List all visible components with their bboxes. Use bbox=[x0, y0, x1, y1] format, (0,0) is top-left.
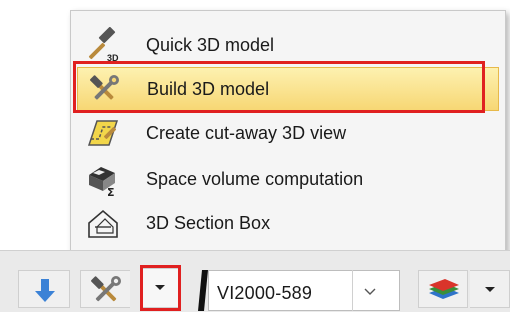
chevron-down-icon[interactable] bbox=[363, 287, 377, 297]
hammer-3d-icon: 3D bbox=[88, 27, 119, 63]
layers-button[interactable] bbox=[418, 270, 468, 308]
chevron-down-icon bbox=[485, 287, 495, 292]
menu-item-label: Build 3D model bbox=[147, 78, 270, 99]
build-tool-button[interactable] bbox=[80, 270, 130, 308]
build-menu-dropdown-button[interactable] bbox=[140, 268, 180, 308]
space-volume-icon: Σ bbox=[89, 167, 115, 197]
menu-item-create-cutaway-view[interactable]: Create cut-away 3D view bbox=[77, 111, 499, 155]
layers-dropdown-button[interactable] bbox=[470, 270, 510, 308]
move-down-button[interactable] bbox=[18, 270, 70, 308]
menu-item-label: Quick 3D model bbox=[146, 34, 275, 55]
menu-item-space-volume-computation[interactable]: Σ Space volume computation bbox=[77, 157, 499, 201]
hammer-wrench-icon bbox=[90, 75, 119, 100]
menu-item-label: Space volume computation bbox=[146, 168, 364, 189]
menu-item-3d-section-box[interactable]: 3D Section Box bbox=[77, 201, 499, 245]
chevron-down-icon bbox=[155, 285, 165, 290]
down-arrow-icon bbox=[35, 279, 55, 302]
layers-icon bbox=[429, 279, 459, 299]
menu-item-label: Create cut-away 3D view bbox=[146, 122, 347, 143]
svg-text:3D: 3D bbox=[107, 53, 119, 63]
view-selector-divider bbox=[352, 270, 353, 311]
hammer-wrench-icon bbox=[91, 276, 121, 302]
menu-item-quick-3d-model[interactable]: 3D Quick 3D model bbox=[77, 23, 499, 67]
cutaway-view-icon bbox=[87, 120, 119, 146]
view-selector-value: VI2000-589 bbox=[217, 283, 313, 303]
menu-item-build-3d-model[interactable]: Build 3D model bbox=[77, 67, 499, 111]
section-box-icon bbox=[88, 209, 118, 238]
build-menu: 3D Quick 3D model Build 3D model Create … bbox=[70, 10, 506, 272]
svg-text:Σ: Σ bbox=[107, 186, 115, 197]
menu-item-label: 3D Section Box bbox=[146, 212, 271, 233]
